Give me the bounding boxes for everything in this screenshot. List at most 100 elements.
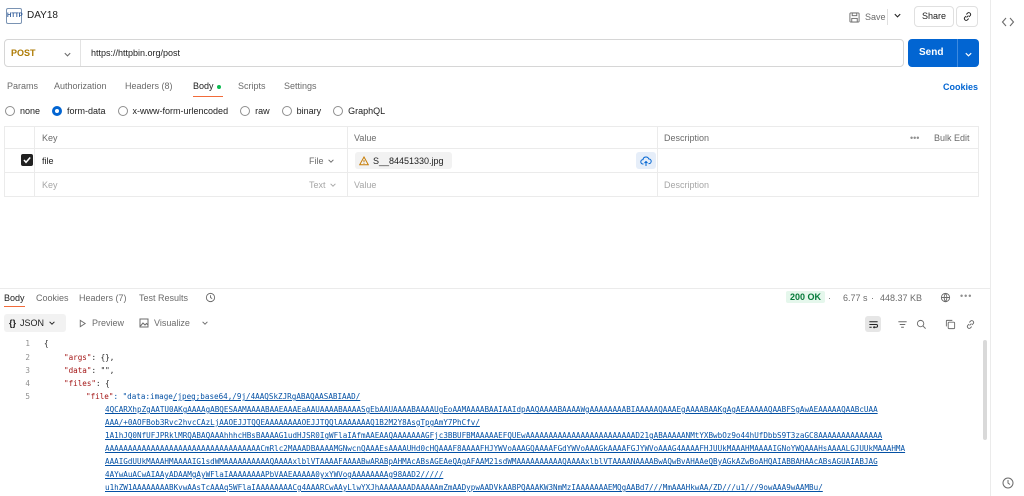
radio-circle-selected[interactable] [52, 106, 63, 116]
radio-label: GraphQL [348, 106, 386, 116]
middle-dot: · [828, 293, 831, 303]
table-border [657, 126, 658, 196]
send-button[interactable]: Send [908, 39, 979, 67]
active-response-tab-indicator [4, 306, 25, 307]
radio-label: none [20, 106, 41, 116]
tab-settings[interactable]: Settings [284, 81, 317, 91]
history-icon[interactable] [205, 292, 216, 303]
radio-raw[interactable]: raw [240, 106, 270, 116]
table-border [4, 126, 5, 196]
tab-headers[interactable]: Headers (8) [125, 81, 173, 91]
scrollbar-thumb[interactable] [983, 340, 987, 440]
type-select[interactable]: File [309, 156, 335, 166]
bulk-edit-button[interactable]: Bulk Edit [934, 133, 970, 143]
response-tab-body[interactable]: Body [4, 293, 25, 303]
chevron-down-icon[interactable] [893, 11, 902, 20]
table-border [4, 196, 979, 197]
search-button[interactable] [913, 316, 929, 332]
copy-button[interactable] [942, 316, 958, 332]
preview-button[interactable]: Preview [78, 318, 124, 328]
radio-form-data[interactable]: form-data [52, 106, 106, 116]
chevron-down-icon [329, 183, 336, 187]
url-input[interactable]: https://httpbin.org/post [91, 48, 180, 58]
table-border [34, 126, 35, 196]
selected-file-chip[interactable]: S__84451330.jpg [355, 152, 452, 169]
table-border [347, 126, 348, 196]
radio-circle[interactable] [281, 106, 292, 116]
filter-button[interactable] [894, 316, 910, 332]
tab-body[interactable]: Body [193, 81, 221, 91]
chevron-down-icon[interactable] [63, 50, 72, 59]
more-options-icon[interactable]: ••• [910, 133, 919, 143]
link-icon [966, 319, 974, 329]
radio-circle[interactable] [333, 106, 344, 116]
file-name: S__84451330.jpg [373, 155, 444, 166]
filter-icon [897, 320, 907, 328]
radio-label: x-www-form-urlencoded [132, 106, 229, 116]
table-border [4, 148, 979, 149]
tab-body-label: Body [193, 81, 214, 91]
json-value: : { [96, 379, 110, 388]
json-link[interactable]: /jpeg;base64,/9j/4AAQSkZJRgABAQAASABIAAD… [173, 392, 360, 401]
request-title[interactable]: DAY18 [27, 10, 58, 21]
preview-label: Preview [92, 318, 125, 328]
tab-scripts[interactable]: Scripts [238, 81, 266, 91]
base64-line: AAA/+0AOFBob3Rvc2hvcCAzLjAAOEJJTQQEAAAAA… [105, 418, 480, 427]
json-value: : "data:image [113, 392, 173, 401]
response-body-viewer[interactable]: 1 2 3 4 5 { "args": {}, "data": "", "fil… [0, 336, 985, 496]
visualize-label: Visualize [154, 318, 190, 328]
base64-line: u1hZW1AAAAAAAABKvwAAsTcAAAq5WFlaIAAAAAAA… [105, 483, 823, 492]
copy-link-button[interactable] [956, 6, 978, 27]
response-size[interactable]: 448.37 KB [880, 293, 922, 303]
play-icon [79, 319, 87, 327]
save-icon [849, 11, 860, 23]
upload-file-button[interactable] [636, 152, 656, 169]
type-label: File [309, 156, 324, 166]
code-line: { [44, 339, 49, 348]
status-badge[interactable]: 200 OK [786, 291, 826, 303]
value-placeholder[interactable]: Value [354, 180, 376, 190]
code-snippet-icon[interactable] [1001, 15, 1015, 29]
response-time[interactable]: 6.77 s [843, 293, 868, 303]
code-line: "args": {}, [64, 353, 114, 362]
tab-authorization[interactable]: Authorization [54, 81, 107, 91]
type-label: Text [309, 180, 326, 190]
visualize-button[interactable]: Visualize [139, 318, 209, 328]
base64-line: 1A1hJQ0NfUFJPRklMRQABAQAAAhhhcHBsBAAAAG1… [105, 431, 883, 440]
radio-label: raw [255, 106, 270, 116]
format-select[interactable]: {} JSON [4, 314, 66, 332]
chevron-down-icon [49, 321, 55, 325]
cookies-link[interactable]: Cookies [943, 82, 978, 92]
chevron-down-icon [327, 159, 334, 163]
chevron-down-icon[interactable] [201, 319, 209, 327]
radio-graphql[interactable]: GraphQL [333, 106, 385, 116]
modified-dot [216, 84, 221, 89]
chevron-down-icon[interactable] [964, 50, 973, 59]
history-icon[interactable] [1001, 476, 1015, 490]
response-tab-headers[interactable]: Headers (7) [79, 293, 127, 303]
response-tab-test-results[interactable]: Test Results [139, 293, 188, 303]
wrap-lines-button[interactable] [865, 316, 881, 332]
key-input[interactable]: file [42, 156, 54, 166]
method-select[interactable]: POST [11, 48, 36, 58]
radio-binary[interactable]: binary [281, 106, 321, 116]
radio-urlencoded[interactable]: x-www-form-urlencoded [117, 106, 229, 116]
column-header-key: Key [42, 133, 58, 143]
send-label: Send [919, 47, 944, 58]
radio-none[interactable]: none [5, 106, 40, 116]
description-placeholder[interactable]: Description [664, 180, 709, 190]
tab-params[interactable]: Params [7, 81, 38, 91]
type-select[interactable]: Text [309, 180, 337, 190]
column-header-value: Value [354, 133, 377, 143]
radio-circle[interactable] [5, 106, 15, 116]
share-link-button[interactable] [962, 316, 978, 332]
share-button[interactable]: Share [914, 6, 954, 27]
key-placeholder[interactable]: Key [42, 180, 58, 190]
more-options-icon[interactable]: ••• [960, 291, 972, 301]
line-number: 2 [25, 353, 30, 362]
radio-circle[interactable] [117, 106, 128, 116]
response-tab-cookies[interactable]: Cookies [36, 293, 69, 303]
row-enabled-checkbox[interactable] [21, 154, 33, 166]
network-globe-icon[interactable] [940, 292, 951, 303]
radio-circle[interactable] [240, 106, 251, 116]
